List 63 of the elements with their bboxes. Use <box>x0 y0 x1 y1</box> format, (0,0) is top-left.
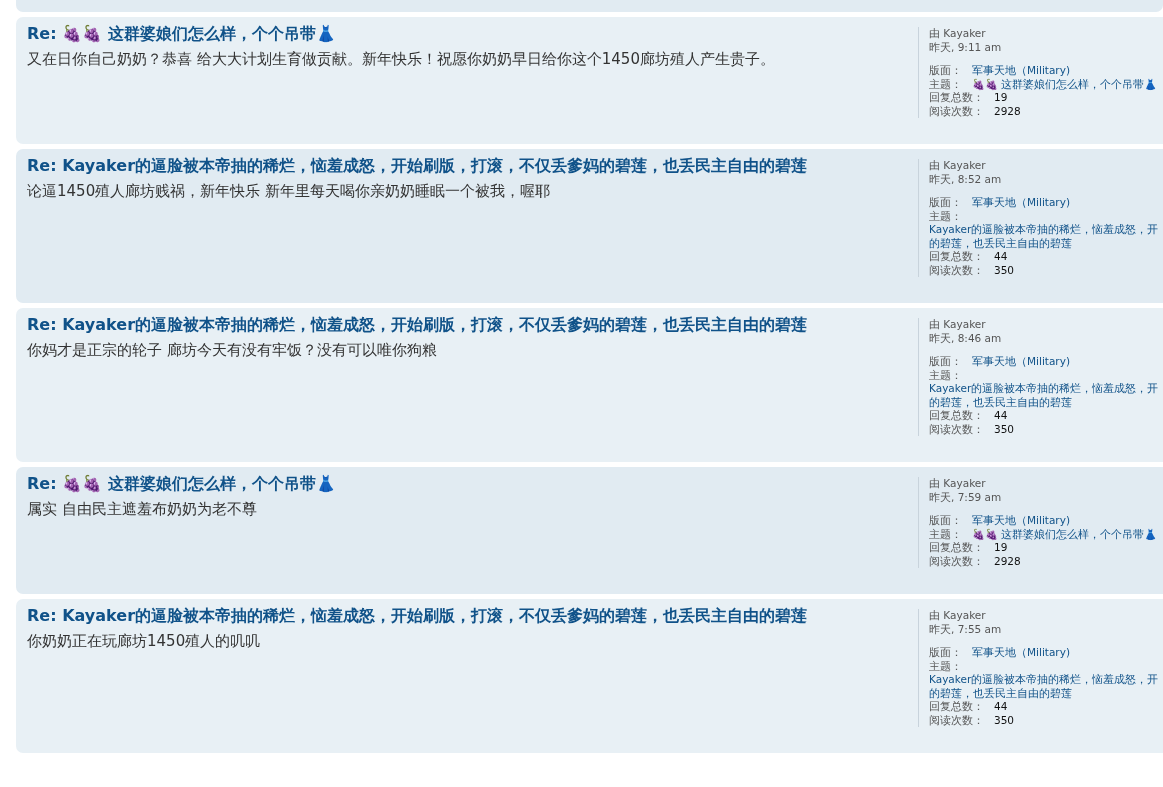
views-count: 2928 <box>994 104 1021 118</box>
views-count: 2928 <box>994 554 1021 568</box>
post-time: 昨天, 8:46 am <box>929 331 1003 345</box>
topic-label: 主题： <box>929 527 962 541</box>
post-time: 昨天, 8:52 am <box>929 172 1003 186</box>
topic-link[interactable]: 的碧莲，也丢民主自由的碧莲 <box>929 236 1163 250</box>
topic-label: 主题： <box>929 77 962 91</box>
replies-count: 19 <box>994 541 1008 555</box>
replies-count: 19 <box>994 91 1008 105</box>
topic-link[interactable]: Kayaker的逼脸被本帝抽的稀烂，恼羞成怒，开 <box>929 382 1163 396</box>
replies-count: 44 <box>994 700 1008 714</box>
topic-label: 主题： <box>929 209 963 223</box>
replies-label: 回复总数： <box>929 409 984 423</box>
post-body: 论逼1450殖人廊坊贱祸，新年快乐 新年里每天喝你亲奶奶睡眠一个被我，喔耶 <box>27 181 551 201</box>
views-label: 阅读次数： <box>929 263 984 277</box>
post-title-link[interactable]: Re: Kayaker的逼脸被本帝抽的稀烂，恼羞成怒，开始刷版，打滚，不仅丢爹妈的碧莲，也丢民主自由的碧莲 <box>27 605 918 627</box>
post-title-link[interactable]: Re: 🍇🍇 这群婆娘们怎么样，个个吊带👗 <box>27 473 918 495</box>
post-author: 由 Kayaker <box>929 609 987 623</box>
forum-link[interactable]: 军事天地（Military) <box>972 64 1070 78</box>
post-time: 昨天, 9:11 am <box>929 40 1003 54</box>
post-title-link[interactable]: Re: Kayaker的逼脸被本帝抽的稀烂，恼羞成怒，开始刷版，打滚，不仅丢爹妈的碧莲，也丢民主自由的碧莲 <box>27 155 918 177</box>
topic-link[interactable]: 🍇🍇 这群婆娘们怎么样，个个吊带👗 <box>972 77 1158 91</box>
replies-label: 回复总数： <box>929 700 984 714</box>
post-time: 昨天, 7:55 am <box>929 622 1003 636</box>
post-time: 昨天, 7:59 am <box>929 490 1003 504</box>
post-title-link[interactable]: Re: Kayaker的逼脸被本帝抽的稀烂，恼羞成怒，开始刷版，打滚，不仅丢爹妈的碧莲，也丢民主自由的碧莲 <box>27 314 918 336</box>
replies-label: 回复总数： <box>929 250 984 264</box>
topic-label: 主题： <box>929 368 963 382</box>
topic-link[interactable]: 🍇🍇 这群婆娘们怎么样，个个吊带👗 <box>972 527 1158 541</box>
views-count: 350 <box>994 422 1015 436</box>
forum-link[interactable]: 军事天地（Military) <box>972 355 1070 369</box>
replies-count: 44 <box>994 409 1008 423</box>
topic-link[interactable]: 的碧莲，也丢民主自由的碧莲 <box>929 686 1163 700</box>
views-count: 350 <box>994 713 1015 727</box>
post-body: 又在日你自己奶奶？恭喜 给大大计划生育做贡献。新年快乐！祝愿你奶奶早日给你这个1450廊坊殖人产生贵子。 <box>27 49 776 69</box>
views-label: 阅读次数： <box>929 422 984 436</box>
forum-label: 版面： <box>929 196 962 210</box>
forum-label: 版面： <box>929 64 962 78</box>
forum-label: 版面： <box>929 646 962 660</box>
views-count: 350 <box>994 263 1015 277</box>
post-body: 你妈才是正宗的轮子 廊坊今天有没有牢饭？没有可以唯你狗粮 <box>27 340 438 360</box>
post-author: 由 Kayaker <box>929 318 987 332</box>
topic-label: 主题： <box>929 659 963 673</box>
forum-link[interactable]: 军事天地（Military) <box>972 514 1070 528</box>
topic-link[interactable]: 的碧莲，也丢民主自由的碧莲 <box>929 395 1163 409</box>
topic-link[interactable]: Kayaker的逼脸被本帝抽的稀烂，恼羞成怒，开 <box>929 673 1163 687</box>
post-title-link[interactable]: Re: 🍇🍇 这群婆娘们怎么样，个个吊带👗 <box>27 23 918 45</box>
forum-link[interactable]: 军事天地（Military) <box>972 646 1070 660</box>
replies-label: 回复总数： <box>929 541 984 555</box>
post-body: 你奶奶正在玩廊坊1450殖人的叽叽 <box>27 631 262 651</box>
replies-label: 回复总数： <box>929 91 984 105</box>
forum-label: 版面： <box>929 355 962 369</box>
views-label: 阅读次数： <box>929 554 984 568</box>
forum-link[interactable]: 军事天地（Military) <box>972 196 1070 210</box>
post-author: 由 Kayaker <box>929 27 987 41</box>
replies-count: 44 <box>994 250 1008 264</box>
post-author: 由 Kayaker <box>929 159 987 173</box>
forum-label: 版面： <box>929 514 962 528</box>
views-label: 阅读次数： <box>929 104 984 118</box>
views-label: 阅读次数： <box>929 713 984 727</box>
post-author: 由 Kayaker <box>929 477 987 491</box>
topic-link[interactable]: Kayaker的逼脸被本帝抽的稀烂，恼羞成怒，开 <box>929 223 1163 237</box>
post-body: 属实 自由民主遮羞布奶奶为老不尊 <box>27 499 258 519</box>
